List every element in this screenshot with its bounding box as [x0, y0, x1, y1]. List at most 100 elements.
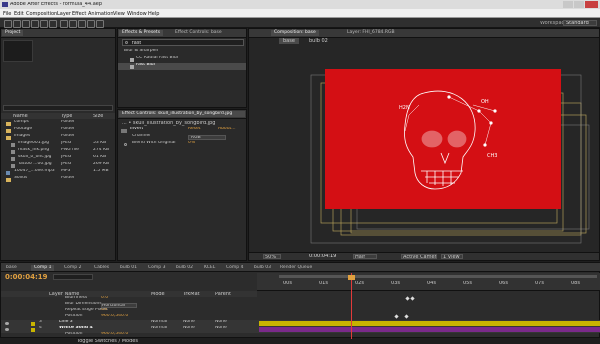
tab-timeline-comp4[interactable]: Comp 4	[223, 265, 246, 271]
camera-tool-icon[interactable]	[40, 20, 48, 28]
effect-item[interactable]: CC Radial Fast Blur	[118, 56, 246, 63]
property-channel[interactable]: Channel RGB	[118, 134, 246, 141]
list-item[interactable]: comps Folder	[1, 120, 115, 127]
composition-panel: Composition: base Layer: FHI_6784.RGB ba…	[248, 28, 600, 261]
eye-icon[interactable]	[5, 328, 9, 331]
tab-effect-controls[interactable]: Effect Controls: skull_illustration_by_s…	[119, 111, 245, 117]
image-file-icon	[11, 143, 15, 147]
app-icon	[2, 2, 8, 7]
effects-category[interactable]: Blur & Sharpen	[118, 49, 246, 56]
view-layout-select[interactable]: 1 View	[441, 254, 463, 259]
eye-icon[interactable]	[5, 322, 9, 325]
time-ruler[interactable]: 00s 01s 02s 03s 04s 05s 06s 07s 08s	[257, 273, 600, 291]
window-title: Adobe After Effects - formula_44.aep	[10, 2, 103, 7]
tab-layer[interactable]: Layer: FHI_6784.RGB	[344, 30, 398, 36]
column-type[interactable]: Type	[61, 114, 72, 119]
effect-icon	[130, 65, 134, 69]
effect-controls-panel: Effect Controls: skull_illustration_by_s…	[117, 109, 247, 261]
eraser-tool-icon[interactable]	[96, 20, 104, 28]
menu-animation[interactable]: Animation	[88, 11, 114, 17]
workspace-select[interactable]: Standard	[563, 20, 597, 26]
layer-bar-white-solid[interactable]	[259, 327, 600, 332]
menu-bar: File Edit Composition Layer Effect Anima…	[0, 9, 600, 18]
project-panel: Project Name Type Size comps Folder Foot…	[0, 28, 116, 261]
property-blend[interactable]: Blend With Original 0%	[118, 141, 246, 148]
subtab-bulb-02[interactable]: bulb 02	[309, 38, 328, 44]
menu-effect[interactable]: Effect	[72, 11, 86, 17]
tab-timeline-comp2[interactable]: Comp 2	[61, 265, 84, 271]
subtab-base[interactable]: base	[279, 38, 299, 44]
maximize-button[interactable]	[574, 1, 584, 8]
project-search-input[interactable]	[3, 105, 113, 111]
comp-viewer[interactable]: H2N OH CH3	[249, 45, 600, 255]
list-item[interactable]: image001.jpg JPEG 53 KB	[1, 141, 115, 148]
magnification-select[interactable]: 50%	[263, 254, 281, 259]
effect-header[interactable]: Invert Reset About...	[118, 127, 246, 134]
effects-search-input[interactable]: fast	[122, 39, 244, 46]
camera-select[interactable]: Active Camera	[401, 254, 437, 259]
work-area-bar[interactable]	[279, 275, 597, 278]
channel-select[interactable]: RGB	[188, 135, 226, 140]
tab-render-queue[interactable]: Render Queue	[277, 265, 315, 271]
layer-bar-line3[interactable]	[259, 321, 600, 326]
tab-timeline-kcel[interactable]: KCEL	[201, 265, 218, 271]
tab-timeline-base[interactable]: base	[3, 265, 20, 271]
list-item[interactable]: Tattoo ...00.jpg JPEG 269 KB	[1, 162, 115, 169]
timeline-panel: base Comp 1 Comp 2 Cables bulb 01 Comp 3…	[0, 262, 600, 344]
column-name[interactable]: Name	[13, 114, 28, 119]
playhead-handle[interactable]	[348, 275, 355, 280]
tab-timeline-bulb02[interactable]: bulb 02	[173, 265, 196, 271]
stopwatch-icon[interactable]	[124, 143, 127, 146]
tab-effects-presets[interactable]: Effects & Presets	[119, 30, 164, 36]
pan-behind-tool-icon[interactable]	[49, 20, 57, 28]
list-item[interactable]: Solids Folder	[1, 176, 115, 183]
menu-composition[interactable]: Composition	[26, 11, 57, 17]
column-size[interactable]: Size	[93, 114, 103, 119]
clone-tool-icon[interactable]	[87, 20, 95, 28]
effects-presets-panel: Effects & Presets Effect Controls: base …	[117, 28, 247, 108]
current-time-indicator[interactable]	[351, 273, 352, 339]
zoom-tool-icon[interactable]	[22, 20, 30, 28]
folder-icon	[6, 178, 11, 182]
tab-timeline-comp3[interactable]: Comp 3	[145, 265, 168, 271]
menu-file[interactable]: File	[3, 11, 11, 17]
list-item[interactable]: mask_ink.png PNG file 274 KB	[1, 148, 115, 155]
tab-project[interactable]: Project	[2, 30, 24, 36]
selection-tool-icon[interactable]	[4, 20, 12, 28]
tab-effect-controls-base[interactable]: Effect Controls: base	[172, 30, 225, 36]
audio-file-icon	[6, 171, 10, 175]
close-button[interactable]	[585, 1, 598, 8]
folder-icon	[6, 122, 11, 126]
tab-timeline-comp1[interactable]: Comp 1	[31, 265, 55, 271]
list-item[interactable]: Footage Folder	[1, 127, 115, 134]
about-link[interactable]: About...	[218, 127, 236, 132]
list-item[interactable]: images Folder	[1, 134, 115, 141]
blend-value[interactable]: 0%	[188, 141, 195, 146]
pen-tool-icon[interactable]	[60, 20, 68, 28]
list-item[interactable]: 10047_...ove.mp3 MP3 1.5 MB	[1, 169, 115, 176]
timeline-search-input[interactable]	[53, 274, 93, 280]
menu-layer[interactable]: Layer	[57, 11, 71, 17]
toggle-switches-modes[interactable]: Toggle Switches / Modes	[77, 339, 138, 344]
tab-timeline-cables[interactable]: Cables	[91, 265, 112, 271]
menu-view[interactable]: View	[113, 11, 125, 17]
resolution-select[interactable]: Half	[353, 254, 377, 259]
current-time-display[interactable]: 0:00:04:19	[309, 254, 336, 259]
list-item[interactable]: skull_ti_ont.jpg JPEG 61 KB	[1, 155, 115, 162]
menu-edit[interactable]: Edit	[14, 11, 24, 17]
effect-item-selected[interactable]: Fast Blur	[118, 63, 246, 70]
rotate-tool-icon[interactable]	[31, 20, 39, 28]
minimize-button[interactable]	[563, 1, 573, 8]
tab-composition[interactable]: Composition: base	[271, 30, 319, 36]
timeline-timecode[interactable]: 0:00:04:19	[5, 274, 48, 281]
hand-tool-icon[interactable]	[13, 20, 21, 28]
annotation-h2n: H2N	[399, 105, 410, 111]
reset-link[interactable]: Reset	[188, 127, 201, 132]
toolbar: Workspace: Standard	[0, 18, 600, 28]
menu-window[interactable]: Window	[127, 11, 147, 17]
menu-help[interactable]: Help	[148, 11, 159, 17]
text-tool-icon[interactable]	[69, 20, 77, 28]
tab-timeline-bulb03[interactable]: bulb 03	[251, 265, 274, 271]
tab-timeline-bulb01[interactable]: bulb 01	[117, 265, 140, 271]
brush-tool-icon[interactable]	[78, 20, 86, 28]
